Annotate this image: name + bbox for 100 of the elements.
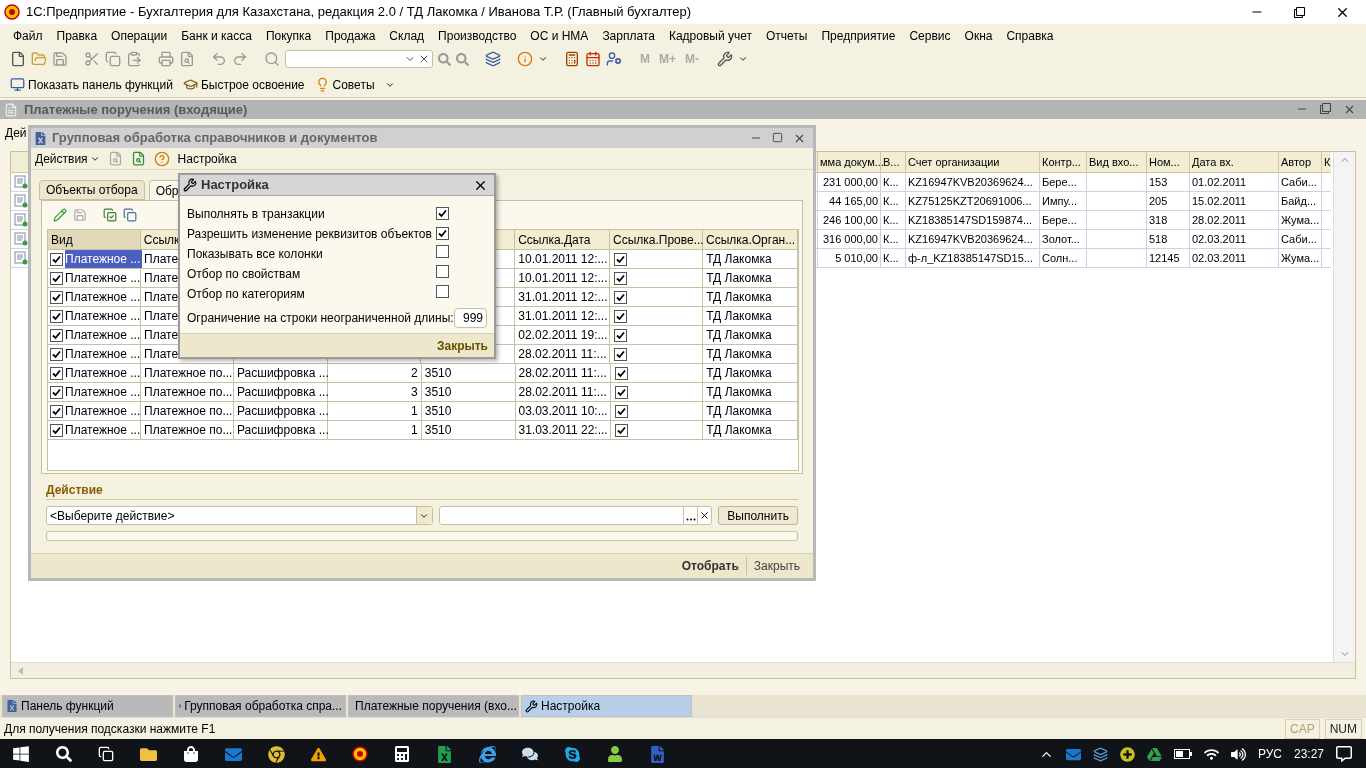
table-cell[interactable]: Платежное ... xyxy=(65,326,143,344)
menu-item[interactable]: Производство xyxy=(435,27,520,45)
menu-item[interactable]: Правка xyxy=(53,27,101,45)
option-checkbox[interactable] xyxy=(436,285,449,298)
menu-item[interactable]: Банк и касса xyxy=(178,27,255,45)
document-check-icon[interactable] xyxy=(130,151,146,166)
browser-icon[interactable] xyxy=(268,745,285,763)
actions-menu[interactable]: Дей xyxy=(5,124,27,142)
new-document-icon[interactable] xyxy=(10,51,26,67)
chat-icon[interactable] xyxy=(522,746,538,762)
graduation-cap-icon[interactable] xyxy=(182,77,198,92)
task-view-icon[interactable] xyxy=(98,746,114,762)
menu-item[interactable]: Отчеты xyxy=(763,27,811,45)
dropdown-icon[interactable] xyxy=(538,54,548,64)
posted-checkbox[interactable] xyxy=(614,328,628,342)
volume-icon[interactable] xyxy=(1230,746,1246,762)
option-checkbox[interactable] xyxy=(436,227,449,240)
posted-checkbox[interactable] xyxy=(614,271,628,285)
value-field[interactable] xyxy=(438,506,713,525)
maximize-icon[interactable] xyxy=(772,131,783,143)
tab[interactable]: Объекты отбора xyxy=(39,180,145,200)
uncheck-all-icon[interactable] xyxy=(123,208,137,222)
mail-icon[interactable] xyxy=(1065,746,1081,762)
run-button[interactable]: Выполнить xyxy=(718,506,798,525)
column-header[interactable]: К xyxy=(1324,153,1331,171)
option-checkbox[interactable] xyxy=(436,245,449,258)
column-header[interactable]: Ссылка.Дата xyxy=(518,230,591,249)
toolbar-link[interactable]: Быстрое освоение xyxy=(200,75,305,94)
restore-icon[interactable] xyxy=(1294,6,1305,18)
start-icon[interactable] xyxy=(12,745,30,763)
posted-checkbox[interactable] xyxy=(614,366,628,380)
table-cell[interactable]: Платежное ... xyxy=(65,345,143,363)
table-cell[interactable]: Платежное ... xyxy=(65,307,143,325)
actions-menu[interactable]: Действия xyxy=(35,149,100,168)
drive-icon[interactable] xyxy=(1146,746,1162,762)
table-cell[interactable]: Платежное ... xyxy=(65,288,143,306)
posted-checkbox[interactable] xyxy=(614,404,628,418)
posted-checkbox[interactable] xyxy=(614,290,628,304)
column-header[interactable]: мма докум... xyxy=(820,153,884,171)
table-cell[interactable]: Платежное ... xyxy=(65,250,143,268)
table-cell[interactable]: Платежное ... xyxy=(65,421,143,439)
posted-checkbox[interactable] xyxy=(614,309,628,323)
search-field[interactable] xyxy=(285,50,433,68)
column-header[interactable]: Ном... xyxy=(1149,153,1180,171)
settings-button[interactable]: Настройка xyxy=(177,149,237,168)
folder-icon[interactable] xyxy=(140,745,157,763)
calendar-icon[interactable] xyxy=(585,51,601,67)
column-header[interactable]: Счет организации xyxy=(908,153,1000,171)
row-checkbox[interactable] xyxy=(50,271,63,285)
store-icon[interactable] xyxy=(183,746,199,762)
posted-checkbox[interactable] xyxy=(614,252,628,266)
clear-icon[interactable] xyxy=(699,510,711,521)
mail-icon[interactable] xyxy=(225,745,242,763)
column-header[interactable]: Ссылка.Прове... xyxy=(612,230,704,249)
help-icon[interactable] xyxy=(153,150,170,167)
menu-item[interactable]: Кадровый учет xyxy=(665,27,755,45)
menu-item[interactable]: Окна xyxy=(961,27,996,45)
horizontal-scrollbar[interactable] xyxy=(11,662,1355,678)
menu-item[interactable]: Справка xyxy=(1003,27,1057,45)
info-icon[interactable] xyxy=(517,51,533,67)
triangle-icon[interactable] xyxy=(311,746,326,762)
menu-item[interactable]: Склад xyxy=(386,27,428,45)
clock[interactable]: 23:27 xyxy=(1293,745,1324,763)
wifi-icon[interactable] xyxy=(1203,746,1219,762)
menu-item[interactable]: Зарплата xyxy=(599,27,658,45)
menu-item[interactable]: Предприятие xyxy=(818,27,899,45)
panel-icon[interactable] xyxy=(10,77,25,92)
column-header[interactable]: Контр... xyxy=(1042,153,1081,171)
dropdown-icon[interactable] xyxy=(738,54,748,64)
menu-item[interactable]: Сервис xyxy=(906,27,954,45)
window-tab[interactable]: Панель функций xyxy=(2,695,173,717)
check-all-icon[interactable] xyxy=(103,208,117,222)
more-icon[interactable] xyxy=(685,518,696,521)
windows-icon[interactable] xyxy=(485,51,501,67)
close-button[interactable]: Закрыть xyxy=(436,336,488,355)
user-icon[interactable] xyxy=(607,746,623,762)
dialog-button[interactable]: Закрыть xyxy=(745,557,807,575)
toolbar-link[interactable]: Показать панель функций xyxy=(28,75,173,94)
table-cell[interactable]: Платежное ... xyxy=(65,402,143,420)
row-checkbox[interactable] xyxy=(50,252,63,266)
row-checkbox[interactable] xyxy=(50,309,63,323)
option-checkbox[interactable] xyxy=(436,265,449,278)
table-cell[interactable]: Платежное ... xyxy=(65,269,143,287)
document-editor-icon[interactable] xyxy=(649,745,666,763)
column-header[interactable]: Дата вх. xyxy=(1192,153,1234,171)
language-indicator[interactable]: РУС xyxy=(1257,745,1282,763)
row-checkbox[interactable] xyxy=(50,423,63,437)
row-checkbox[interactable] xyxy=(50,385,63,399)
column-header[interactable]: В... xyxy=(883,153,900,171)
window-tab[interactable]: Платежные поручения (вхо... xyxy=(348,695,519,717)
limit-field[interactable]: 999 xyxy=(453,308,487,328)
user-icon[interactable] xyxy=(606,51,622,67)
calculator-icon[interactable] xyxy=(394,746,410,762)
clear-icon[interactable] xyxy=(418,53,430,65)
window-tab[interactable]: Групповая обработка спра... xyxy=(175,695,346,717)
dialog-button[interactable]: Отобрать xyxy=(674,557,746,575)
column-header[interactable]: Ссылка.Орган... xyxy=(705,230,796,249)
menu-item[interactable]: Операции xyxy=(108,27,171,45)
tools-icon[interactable] xyxy=(717,51,733,67)
row-checkbox[interactable] xyxy=(50,366,63,380)
